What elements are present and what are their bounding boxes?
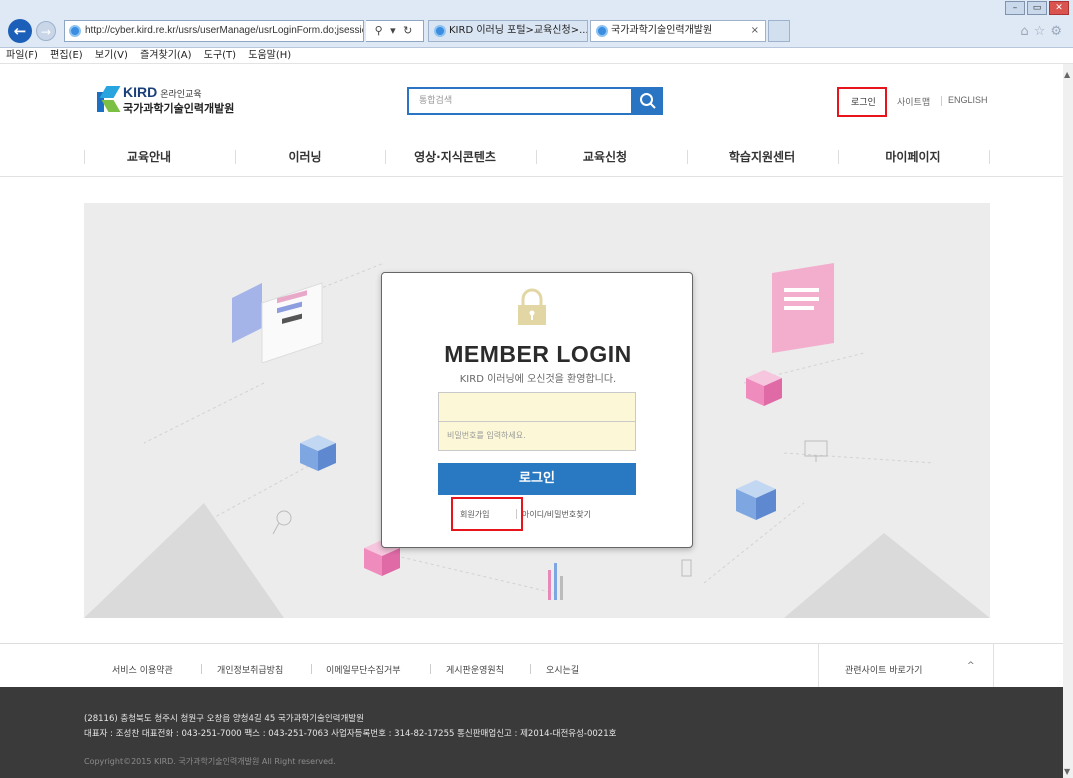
divider [838,150,839,164]
close-window-icon[interactable]: ✕ [1049,1,1069,15]
gnb-support-center[interactable]: 학습지원센터 [697,148,827,165]
ie-icon [434,25,446,37]
cube-icon [300,435,336,471]
divider [989,150,990,164]
gear-icon[interactable]: ⚙ [1050,24,1067,39]
english-link[interactable]: ENGLISH [948,95,988,105]
menu-tools[interactable]: 도구(T) [204,50,236,61]
footer-link-email-refusal[interactable]: 이메일무단수집거부 [326,663,401,676]
menu-bar: 파일(F) 편집(E) 보기(V) 즐겨찾기(A) 도구(T) 도움말(H) [0,48,1073,64]
monitor-icon [804,440,828,462]
back-button[interactable]: ← [8,19,32,43]
highlight-signup [451,497,523,531]
find-id-password-link[interactable]: 아이디/비밀번호찾기 [522,509,591,520]
login-subtitle: KIRD 이러닝에 오신것을 환영합니다. [459,374,617,385]
logo-tag: 온라인교육 [160,89,202,99]
forward-button[interactable]: → [36,21,56,41]
divider [430,664,431,674]
address-bar[interactable]: http://cyber.kird.re.kr/usrs/userManage/… [64,20,364,42]
scroll-up-icon[interactable]: ▲ [1064,70,1070,79]
minimize-icon[interactable]: – [1005,1,1025,15]
maximize-icon[interactable]: ▭ [1027,1,1047,15]
footer-link-terms[interactable]: 서비스 이용약관 [112,663,173,676]
sitemap-link[interactable]: 사이트맵 [897,95,930,108]
new-tab-button[interactable] [768,20,790,42]
magnifier-icon [272,510,292,535]
lock-icon [518,288,546,325]
gnb-apply[interactable]: 교육신청 [540,148,670,165]
tab-kird-portal[interactable]: KIRD 이러닝 포털>교육신청>... [428,20,588,42]
id-input[interactable] [438,392,636,422]
search-icon [640,93,656,109]
page-scrollbar[interactable]: ▲ ▼ [1063,64,1073,778]
divider [687,150,688,164]
footer-link-privacy[interactable]: 개인정보취급방침 [217,663,283,676]
cube-icon [736,480,776,520]
divider [311,664,312,674]
divider [941,96,942,106]
address-controls[interactable]: ⚲ ▾ ↻ [366,20,424,42]
menu-file[interactable]: 파일(F) [6,50,38,61]
footer-link-directions[interactable]: 오시는길 [546,663,579,676]
home-icon[interactable]: ⌂ [1020,24,1033,39]
footer-address: (28116) 충청북도 청주시 청원구 오창읍 양청4길 45 국가과학기술인… [84,714,364,724]
related-sites-label: 관련사이트 바로가기 [845,666,923,676]
tab-label: KIRD 이러닝 포털>교육신청>... [449,25,588,36]
divider [530,664,531,674]
search-button[interactable] [633,87,663,115]
menu-help[interactable]: 도움말(H) [248,50,291,61]
kird-logo-icon [97,86,121,112]
ie-icon [69,25,81,37]
highlight-login [837,87,887,117]
gnb-video-contents[interactable]: 영상·지식콘텐츠 [390,148,520,165]
menu-view[interactable]: 보기(V) [95,50,128,61]
footer-contact: 대표자 : 조성찬 대표전화 : 043-251-7000 팩스 : 043-2… [84,729,617,739]
window-controls: – ▭ ✕ [1005,1,1069,15]
search-input[interactable]: 통합검색 [407,87,633,115]
divider [235,150,236,164]
login-button[interactable]: 로그인 [438,463,636,495]
phone-icon [681,559,692,577]
password-input[interactable]: 비밀번호를 입력하세요. [438,421,636,451]
gnb-mypage[interactable]: 마이페이지 [848,148,978,165]
login-panel: MEMBER LOGIN KIRD 이러닝에 오신것을 환영합니다. 비밀번호를… [381,272,693,548]
divider [536,150,537,164]
document-illustration [232,282,323,363]
footer-copyright: Copyright©2015 KIRD. 국가과학기술인력개발원 All Rig… [84,757,336,766]
star-icon[interactable]: ☆ [1034,24,1051,39]
document-illustration [772,263,834,353]
browser-chrome: ← → http://cyber.kird.re.kr/usrs/userMan… [0,0,1073,48]
menu-edit[interactable]: 편집(E) [50,50,83,61]
login-title: MEMBER LOGIN [444,341,632,367]
chevron-up-icon[interactable]: ^ [967,661,975,671]
address-url: http://cyber.kird.re.kr/usrs/userManage/… [85,25,364,36]
logo-org: 국가과학기술인력개발원 [123,102,235,115]
cube-icon [746,370,782,406]
ie-icon [596,25,608,37]
tab-close-icon[interactable]: × [751,21,759,41]
menu-favorites[interactable]: 즐겨찾기(A) [140,50,191,61]
tab-kird-active[interactable]: 국가과학기술인력개발원 × [590,20,766,42]
gnb-education-guide[interactable]: 교육안내 [84,148,214,165]
divider [385,150,386,164]
gnb-underline [0,176,1073,177]
bar-illustration [548,563,563,600]
footer-link-board-policy[interactable]: 게시판운영원칙 [446,663,504,676]
logo-brand: KIRD [123,84,158,100]
tab-label: 국가과학기술인력개발원 [611,25,713,36]
divider [201,664,202,674]
scroll-down-icon[interactable]: ▼ [1064,767,1070,776]
gnb-elearning[interactable]: 이러닝 [240,148,370,165]
toolbar-icons: ⌂☆⚙ [1020,24,1067,39]
